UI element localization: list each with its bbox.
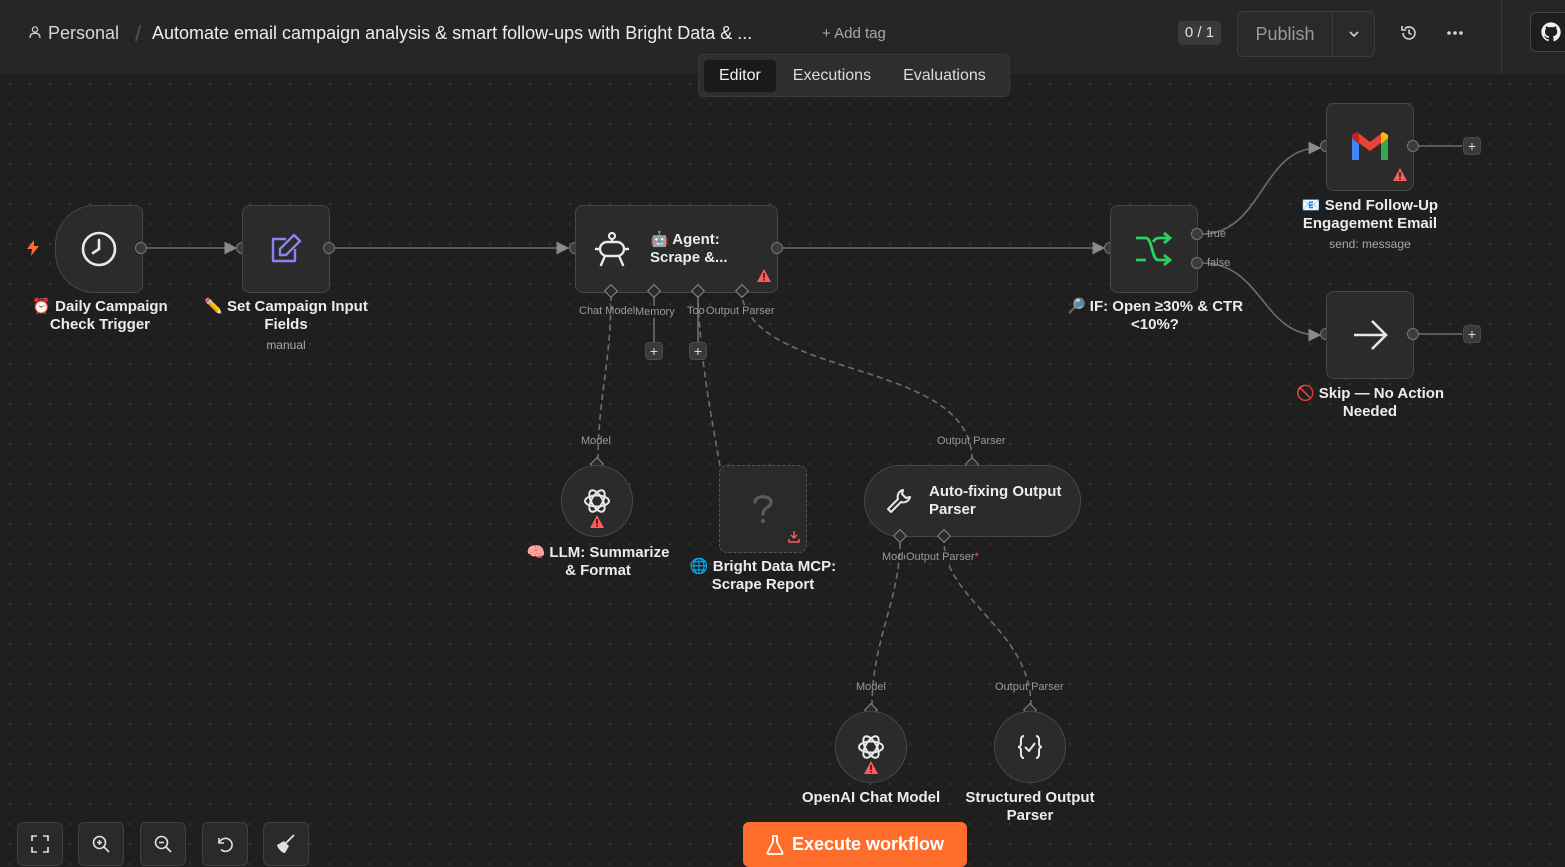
autofix-node-title: Auto-fixing Output Parser bbox=[929, 483, 1062, 518]
if-false-label: false bbox=[1207, 257, 1231, 269]
if-true-handle[interactable] bbox=[1191, 228, 1203, 240]
flask-icon bbox=[766, 834, 784, 855]
fit-view-button[interactable] bbox=[17, 822, 63, 866]
openai-icon bbox=[858, 735, 884, 759]
tab-editor[interactable]: Editor bbox=[704, 59, 776, 92]
gmail-add-next-button[interactable]: + bbox=[1463, 137, 1481, 155]
wrench-icon bbox=[887, 489, 911, 513]
undo-icon bbox=[218, 837, 233, 853]
tab-executions[interactable]: Executions bbox=[778, 60, 886, 92]
zoom-out-icon bbox=[154, 835, 172, 853]
view-tabs: Editor Executions Evaluations bbox=[698, 54, 1010, 97]
structured-node-label: Structured Output Parser bbox=[965, 789, 1095, 824]
broom-icon bbox=[277, 834, 295, 853]
fullscreen-icon bbox=[31, 835, 49, 853]
gmail-output-handle[interactable] bbox=[1407, 140, 1419, 152]
structured-port-label: Output Parser bbox=[995, 681, 1064, 693]
gmail-node-subtitle: send: message bbox=[1329, 237, 1411, 251]
execute-workflow-label: Execute workflow bbox=[791, 834, 945, 854]
openai-model-port-label: Model bbox=[856, 681, 886, 693]
zoom-in-icon bbox=[92, 835, 110, 853]
openai-warning-icon bbox=[864, 761, 878, 774]
node-skip-no-action[interactable] bbox=[1326, 291, 1414, 379]
double-arrow-right-icon bbox=[1354, 320, 1388, 350]
llm-warning-icon bbox=[590, 515, 604, 528]
trigger-label: ⏰ Daily Campaign Check Trigger bbox=[32, 298, 168, 333]
skip-node-label: 🚫 Skip — No Action Needed bbox=[1295, 385, 1445, 420]
tidy-up-button[interactable] bbox=[263, 822, 309, 866]
skip-add-next-button[interactable]: + bbox=[1463, 325, 1481, 343]
question-mark-icon bbox=[753, 495, 773, 524]
execute-workflow-button[interactable]: Execute workflow bbox=[743, 822, 967, 867]
agent-node-title: 🤖 Agent: Scrape &... bbox=[650, 231, 728, 266]
add-tool-button[interactable]: + bbox=[689, 342, 707, 360]
autofix-input-port-label: Output Parser bbox=[937, 435, 1006, 447]
connection-bright-data-to-agent-tool[interactable] bbox=[697, 296, 721, 467]
agent-memory-label: Memory bbox=[635, 306, 675, 318]
gmail-node-label: 📧 Send Follow-Up Engagement Email bbox=[1301, 197, 1439, 232]
set-output-handle[interactable] bbox=[323, 242, 335, 254]
agent-output-handle[interactable] bbox=[771, 242, 783, 254]
autofix-output-parser-label: Output Parser* bbox=[906, 551, 979, 563]
agent-output-parser-label: Output Parser bbox=[706, 305, 775, 317]
set-node-subtitle: manual bbox=[266, 338, 306, 352]
if-node-label: 🔎 IF: Open ≥30% & CTR <10%? bbox=[1066, 298, 1244, 333]
zoom-in-button[interactable] bbox=[78, 822, 124, 866]
set-node-label: ✏️ Set Campaign Input Fields bbox=[204, 298, 368, 333]
if-true-label: true bbox=[1207, 228, 1226, 240]
trigger-bolt-icon bbox=[26, 240, 40, 261]
install-icon bbox=[788, 531, 800, 543]
node-structured-output-parser[interactable] bbox=[994, 711, 1066, 783]
node-if-open-ctr[interactable] bbox=[1110, 205, 1198, 293]
node-agent-scrape[interactable]: 🤖 Agent: Scrape &... bbox=[575, 205, 778, 293]
tab-evaluations[interactable]: Evaluations bbox=[888, 60, 1001, 92]
edit-pen-icon bbox=[271, 233, 302, 263]
agent-tool-label: Tool bbox=[687, 305, 705, 317]
agent-chat-model-label: Chat Model bbox=[579, 305, 636, 317]
node-daily-campaign-trigger[interactable] bbox=[55, 205, 143, 293]
llm-model-port-label: Model bbox=[581, 435, 611, 447]
braces-check-icon bbox=[1017, 735, 1043, 759]
if-false-handle[interactable] bbox=[1191, 257, 1203, 269]
node-set-campaign-input-fields[interactable] bbox=[242, 205, 330, 293]
trigger-output-handle[interactable] bbox=[135, 242, 147, 254]
skip-output-handle[interactable] bbox=[1407, 328, 1419, 340]
bright-data-node-label: 🌐 Bright Data MCP: Scrape Report bbox=[689, 558, 837, 593]
zoom-out-button[interactable] bbox=[140, 822, 186, 866]
llm-node-label: 🧠 LLM: Summarize & Format bbox=[526, 544, 670, 579]
branch-split-icon bbox=[1136, 231, 1173, 267]
clock-icon bbox=[81, 231, 117, 267]
gmail-icon bbox=[1352, 132, 1388, 160]
openai-icon bbox=[584, 489, 610, 513]
autofix-model-label: Model bbox=[882, 551, 905, 563]
add-memory-button[interactable]: + bbox=[645, 342, 663, 360]
undo-button[interactable] bbox=[202, 822, 248, 866]
robot-icon bbox=[595, 231, 629, 267]
gmail-warning-icon bbox=[1393, 168, 1407, 181]
agent-warning-icon bbox=[757, 269, 771, 282]
openai-node-label: OpenAI Chat Model bbox=[801, 789, 941, 806]
node-auto-fixing-output-parser[interactable]: Auto-fixing Output Parser bbox=[864, 465, 1081, 537]
